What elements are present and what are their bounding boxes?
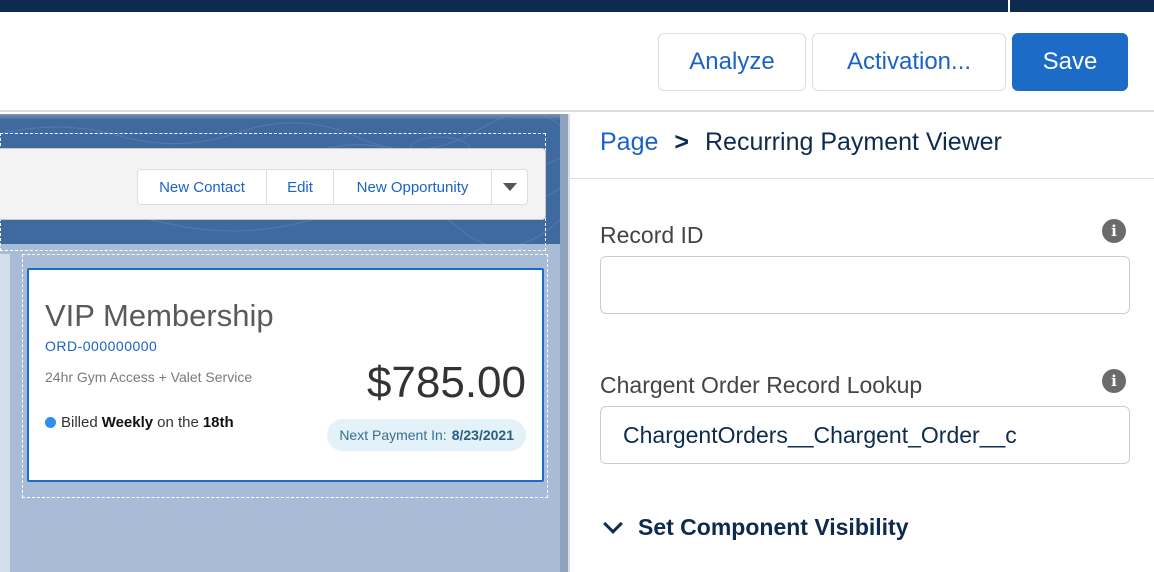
activation-button[interactable]: Activation...: [812, 33, 1006, 91]
canvas-scroll-edge[interactable]: [560, 114, 568, 572]
breadcrumb-separator: >: [674, 128, 689, 156]
billed-frequency: Weekly: [101, 414, 154, 431]
billed-prefix: Billed: [61, 414, 98, 431]
page-canvas: New Contact Edit New Opportunity VIP Mem…: [0, 114, 568, 572]
nav-divider: [1008, 0, 1010, 12]
left-column-placeholder: [0, 254, 10, 572]
panel-divider: [570, 178, 1154, 179]
info-icon[interactable]: i: [1102, 219, 1126, 243]
builder-header: Analyze Activation... Save: [0, 12, 1154, 112]
card-description: 24hr Gym Access + Valet Service: [45, 369, 253, 385]
billed-day: 18th: [202, 414, 234, 431]
status-dot-icon: [45, 417, 56, 428]
highlights-panel: New Contact Edit New Opportunity: [0, 148, 546, 220]
save-button[interactable]: Save: [1012, 33, 1128, 91]
lookup-input[interactable]: ChargentOrders__Chargent_Order__c: [600, 406, 1130, 464]
lookup-label: Chargent Order Record Lookup: [600, 372, 923, 398]
record-id-input[interactable]: [600, 256, 1130, 314]
billed-middle: on the: [157, 414, 199, 431]
new-contact-button[interactable]: New Contact: [137, 169, 267, 205]
canvas-shadow: [0, 114, 568, 120]
next-payment-badge: Next Payment In: 8/23/2021: [327, 419, 526, 451]
properties-panel: Page > Recurring Payment Viewer Record I…: [568, 114, 1154, 572]
payment-amount: $785.00: [366, 358, 526, 407]
breadcrumb: Page > Recurring Payment Viewer: [600, 128, 1002, 157]
billing-frequency: Billed Weekly on the 18th: [45, 414, 238, 431]
next-payment-date: 8/23/2021: [451, 427, 514, 443]
card-title: VIP Membership: [45, 298, 274, 333]
order-number-link[interactable]: ORD-000000000: [45, 338, 157, 354]
new-opportunity-button[interactable]: New Opportunity: [333, 169, 492, 205]
next-payment-label: Next Payment In:: [339, 427, 447, 443]
edit-button[interactable]: Edit: [266, 169, 334, 205]
chevron-down-icon: [603, 513, 623, 534]
visibility-label: Set Component Visibility: [638, 514, 909, 540]
set-component-visibility-toggle[interactable]: Set Component Visibility: [602, 513, 909, 541]
analyze-button[interactable]: Analyze: [658, 33, 806, 91]
chevron-down-icon: [502, 183, 517, 191]
more-actions-button[interactable]: [491, 169, 528, 205]
breadcrumb-current: Recurring Payment Viewer: [705, 128, 1002, 156]
info-icon[interactable]: i: [1102, 369, 1126, 393]
breadcrumb-page-link[interactable]: Page: [600, 128, 658, 157]
top-nav-bar: [0, 0, 1154, 12]
record-id-label: Record ID: [600, 222, 704, 248]
recurring-payment-card[interactable]: VIP Membership ORD-000000000 24hr Gym Ac…: [27, 268, 544, 482]
